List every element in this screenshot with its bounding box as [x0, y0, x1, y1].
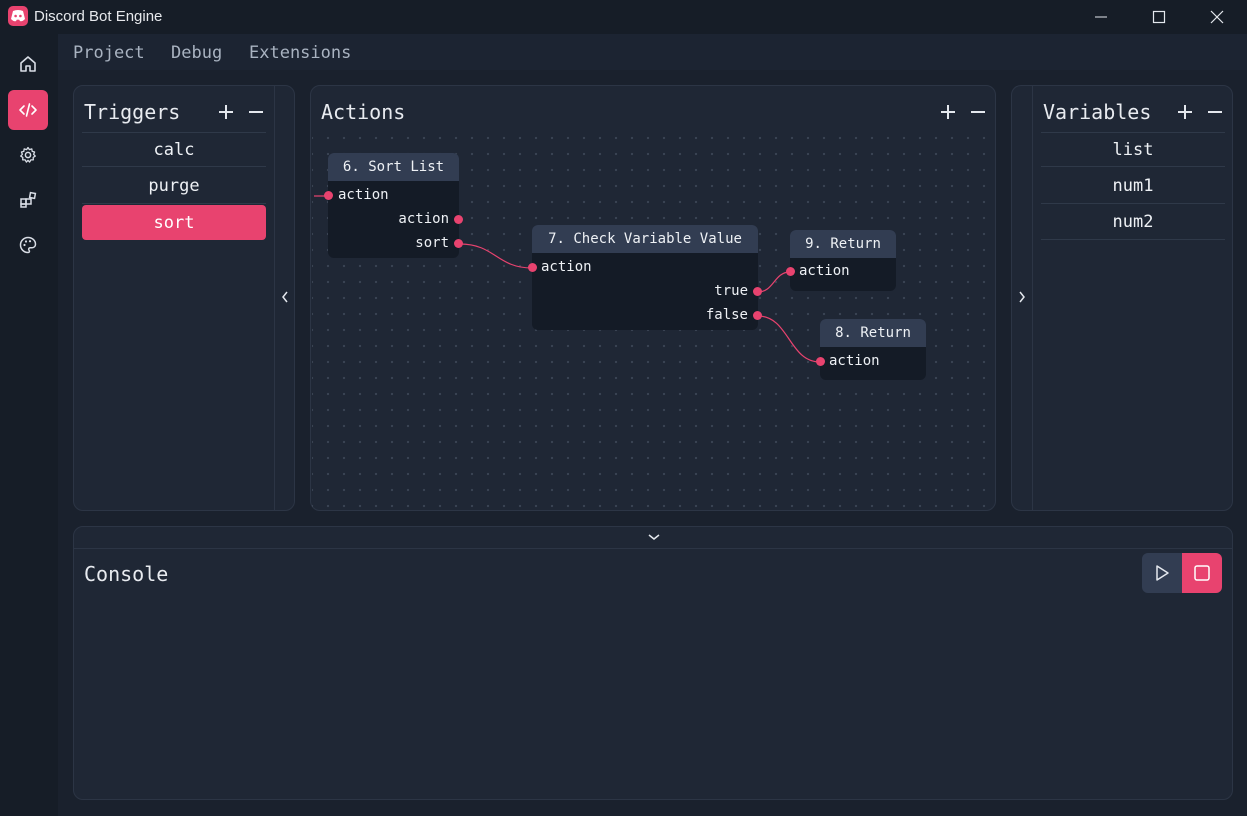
- code-icon: [19, 103, 37, 117]
- add-variable-button[interactable]: [1174, 101, 1196, 123]
- sidebar: [0, 34, 58, 816]
- settings-button[interactable]: [8, 135, 48, 175]
- menu-project[interactable]: Project: [73, 43, 145, 63]
- output-label-action: action: [398, 211, 449, 227]
- run-button[interactable]: [1142, 553, 1182, 593]
- maximize-button[interactable]: [1130, 0, 1188, 34]
- menu-debug[interactable]: Debug: [171, 43, 222, 63]
- variable-item-num2[interactable]: num2: [1041, 205, 1225, 240]
- extensions-icon: [20, 191, 37, 208]
- add-action-button[interactable]: [937, 101, 959, 123]
- minimize-button[interactable]: [1072, 0, 1130, 34]
- node-return-8-title: 8. Return: [820, 319, 926, 347]
- output-port-false[interactable]: [753, 311, 762, 320]
- variables-collapse-handle[interactable]: [1012, 86, 1033, 510]
- triggers-panel: Triggers calc purge sort: [73, 85, 295, 511]
- input-port-action[interactable]: [528, 263, 537, 272]
- menu-extensions[interactable]: Extensions: [249, 43, 351, 63]
- theme-button[interactable]: [8, 225, 48, 265]
- variables-title: Variables: [1043, 100, 1152, 124]
- home-icon: [20, 56, 36, 72]
- play-icon: [1156, 565, 1169, 581]
- chevron-right-icon: [1019, 291, 1025, 303]
- input-label: action: [799, 263, 850, 279]
- node-check-variable-title: 7. Check Variable Value: [532, 225, 758, 253]
- chevron-left-icon: [282, 291, 288, 303]
- maximize-icon: [1152, 10, 1166, 24]
- gear-icon: [20, 146, 36, 163]
- add-trigger-button[interactable]: [215, 101, 237, 123]
- chevron-down-icon: [648, 534, 660, 540]
- triggers-collapse-handle[interactable]: [274, 86, 295, 510]
- actions-title: Actions: [321, 100, 406, 124]
- menu-bar: Project Debug Extensions: [58, 34, 1247, 70]
- node-return-9[interactable]: 9. Return action: [786, 230, 896, 291]
- remove-action-button[interactable]: [967, 101, 989, 123]
- node-return-8[interactable]: 8. Return action: [816, 319, 926, 380]
- input-label: action: [541, 259, 592, 275]
- input-port-action[interactable]: [324, 191, 333, 200]
- variable-item-num1[interactable]: num1: [1041, 169, 1225, 204]
- input-label: action: [829, 353, 880, 369]
- node-check-variable-value[interactable]: 7. Check Variable Value action true fals…: [528, 225, 762, 330]
- palette-icon: [19, 236, 37, 254]
- stop-button[interactable]: [1182, 553, 1222, 593]
- variables-panel: Variables list num1 num2: [1011, 85, 1233, 511]
- input-port-action[interactable]: [816, 357, 825, 366]
- input-label: action: [338, 187, 389, 203]
- console-title: Console: [84, 562, 169, 586]
- discord-logo-icon: [8, 6, 28, 26]
- window-title: Discord Bot Engine: [34, 8, 163, 25]
- output-port-sort[interactable]: [454, 239, 463, 248]
- title-bar: Discord Bot Engine: [0, 0, 1247, 34]
- remove-trigger-button[interactable]: [245, 101, 267, 123]
- trigger-item-purge[interactable]: purge: [82, 169, 266, 204]
- trigger-item-calc[interactable]: calc: [82, 132, 266, 167]
- node-sort-list-title: 6. Sort List: [328, 153, 459, 181]
- remove-variable-button[interactable]: [1204, 101, 1226, 123]
- node-return-9-title: 9. Return: [790, 230, 896, 258]
- code-button[interactable]: [8, 90, 48, 130]
- close-button[interactable]: [1188, 0, 1246, 34]
- trigger-item-sort[interactable]: sort: [82, 205, 266, 240]
- input-port-action[interactable]: [786, 267, 795, 276]
- stop-icon: [1194, 565, 1210, 581]
- close-icon: [1210, 10, 1224, 24]
- triggers-title: Triggers: [84, 100, 181, 124]
- output-label-false: false: [705, 307, 748, 323]
- console-collapse-handle[interactable]: [74, 527, 1232, 549]
- output-label-sort: sort: [415, 235, 449, 251]
- variable-item-list[interactable]: list: [1041, 132, 1225, 167]
- output-label-true: true: [714, 283, 748, 299]
- minimize-icon: [1095, 16, 1107, 18]
- node-sort-list[interactable]: 6. Sort List action action sort: [324, 153, 463, 258]
- extensions-button[interactable]: [8, 180, 48, 220]
- run-controls: [1142, 553, 1222, 593]
- output-port-action[interactable]: [454, 215, 463, 224]
- home-button[interactable]: [8, 44, 48, 84]
- output-port-true[interactable]: [753, 287, 762, 296]
- console-panel: Console: [73, 526, 1233, 800]
